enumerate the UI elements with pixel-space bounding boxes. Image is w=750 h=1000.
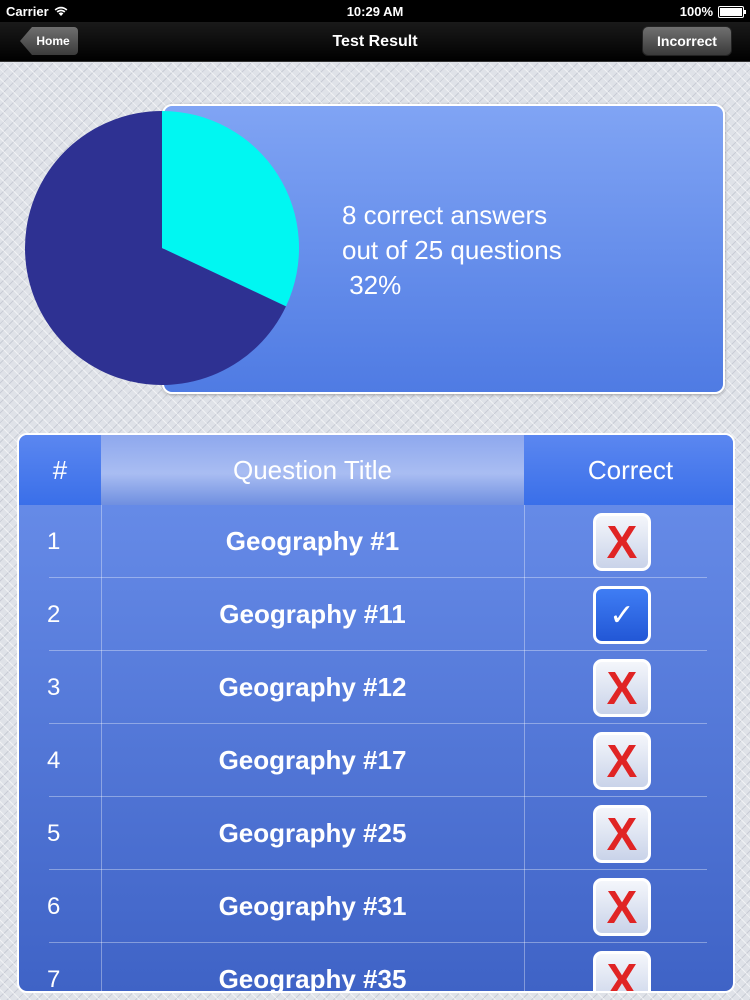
table-row[interactable]: 6 Geography #31 X (19, 870, 733, 943)
battery-percent: 100% (679, 4, 713, 19)
row-number: 3 (47, 673, 61, 701)
page-title: Test Result (332, 33, 418, 50)
row-number: 2 (47, 600, 61, 628)
table-row[interactable]: 2 Geography #11 ✓ (19, 578, 733, 651)
table-row[interactable]: 4 Geography #17 X (19, 724, 733, 797)
table-row[interactable]: 5 Geography #25 X (19, 797, 733, 870)
row-number: 7 (47, 965, 61, 993)
row-question-title: Geography #17 (218, 745, 407, 775)
row-number: 4 (47, 746, 61, 774)
table-header: # Question Title Correct (19, 435, 733, 505)
row-number: 6 (47, 892, 61, 920)
navigation-bar: Home Test Result Incorrect (0, 22, 750, 62)
summary-text: 8 correct answers out of 25 questions 32… (342, 198, 562, 303)
cross-icon: X (593, 805, 651, 863)
header-number: # (19, 435, 101, 505)
summary-percent: 32% (342, 270, 402, 300)
battery-icon (718, 5, 746, 18)
row-question-title: Geography #35 (218, 964, 407, 993)
row-number: 1 (47, 527, 61, 555)
status-time: 10:29 AM (346, 4, 404, 19)
row-question-title: Geography #25 (218, 818, 407, 848)
score-pie-chart (25, 111, 299, 385)
cross-icon: X (593, 878, 651, 936)
status-bar: Carrier 10:29 AM 100% (0, 0, 750, 22)
results-table: # Question Title Correct 1 Geography #1 X 2… (17, 433, 735, 993)
cross-icon: X (593, 951, 651, 991)
cross-icon: X (593, 513, 651, 571)
row-question-title: Geography #1 (225, 526, 400, 556)
table-row[interactable]: 1 Geography #1 X (19, 505, 733, 578)
table-row[interactable]: 3 Geography #12 X (19, 651, 733, 724)
row-question-title: Geography #12 (218, 672, 407, 702)
cross-icon: X (593, 732, 651, 790)
summary-total-questions: out of 25 questions (342, 235, 562, 265)
row-number: 5 (47, 819, 61, 847)
header-correct: Correct (524, 435, 733, 505)
table-row[interactable]: 7 Geography #35 X (19, 943, 733, 993)
checkmark-icon: ✓ (593, 586, 651, 644)
battery-indicator: 100% (679, 4, 746, 19)
cross-icon: X (593, 659, 651, 717)
summary-correct-count: 8 correct answers (342, 200, 548, 230)
incorrect-button[interactable]: Incorrect (642, 26, 732, 56)
header-question-title: Question Title (101, 435, 524, 505)
row-question-title: Geography #31 (218, 891, 407, 921)
row-question-title: Geography #11 (219, 599, 406, 629)
